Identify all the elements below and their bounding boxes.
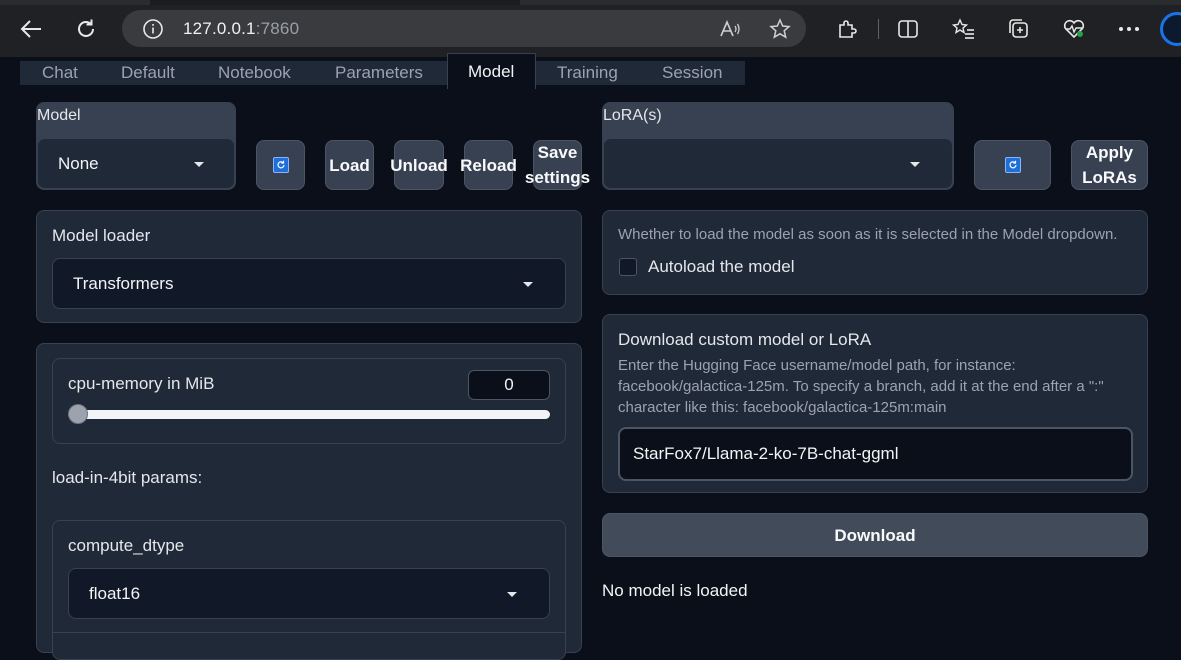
autoload-checkbox[interactable]: [619, 258, 637, 276]
model-loader-block: Model loader Transformers: [36, 210, 582, 323]
save-settings-button[interactable]: Save settings: [525, 140, 590, 190]
url-host: 127.0.0.1: [183, 19, 256, 38]
more-options-icon[interactable]: [1115, 15, 1143, 43]
lora-select-block: LoRA(s): [602, 102, 954, 190]
read-aloud-icon[interactable]: [718, 17, 742, 41]
url-text: 127.0.0.1:7860: [183, 19, 299, 39]
tab-notebook[interactable]: Notebook: [218, 61, 291, 85]
split-screen-icon[interactable]: [894, 15, 922, 43]
browser-toolbar: 127.0.0.1:7860: [0, 0, 1181, 57]
browser-essentials-heart-icon[interactable]: [1060, 15, 1088, 43]
autoload-help-text: Whether to load the model as soon as it …: [618, 226, 1118, 243]
autoload-label: Autoload the model: [648, 257, 795, 276]
save-settings-line1: Save: [537, 143, 578, 162]
compute-dtype-block: compute_dtype float16: [52, 520, 566, 660]
divider: [53, 632, 565, 633]
lora-label: LoRA(s): [603, 107, 662, 124]
model-refresh-button[interactable]: [256, 140, 305, 190]
model-loader-label: Model loader: [52, 226, 151, 245]
back-arrow-icon[interactable]: [17, 15, 45, 43]
chevron-down-icon: [194, 161, 204, 167]
load-in-4bit-label: load-in-4bit params:: [52, 468, 203, 487]
apply-loras-line2: LoRAs: [1082, 168, 1137, 187]
tab-parameters[interactable]: Parameters: [335, 61, 423, 85]
tab-model[interactable]: Model: [447, 53, 536, 89]
address-bar[interactable]: 127.0.0.1:7860: [122, 10, 806, 47]
chevron-down-icon: [910, 161, 920, 167]
tab-strip-edge: [0, 0, 1181, 5]
model-dropdown[interactable]: None: [37, 138, 235, 189]
cpu-memory-slider-thumb[interactable]: [68, 404, 88, 424]
reload-button[interactable]: Reload: [460, 140, 517, 190]
save-settings-line2: settings: [524, 168, 591, 187]
chevron-down-icon: [507, 591, 517, 597]
model-loader-selected-value: Transformers: [73, 273, 174, 293]
download-model-block: Download custom model or LoRA Enter the …: [602, 314, 1148, 493]
tab-chat[interactable]: Chat: [42, 61, 78, 85]
compute-dtype-selected-value: float16: [89, 583, 141, 603]
lora-dropdown[interactable]: [603, 138, 953, 189]
extensions-puzzle-icon[interactable]: [833, 15, 861, 43]
refresh-icon: [1004, 157, 1021, 173]
unload-button[interactable]: Unload: [390, 140, 448, 190]
status-text: No model is loaded: [602, 581, 748, 600]
url-port: :7860: [255, 19, 300, 38]
download-model-input[interactable]: StarFox7/Llama-2-ko-7B-chat-ggml: [618, 427, 1133, 481]
app-root: Chat Default Notebook Parameters Model T…: [0, 53, 1181, 660]
load-button[interactable]: Load: [325, 140, 374, 190]
chevron-down-icon: [523, 281, 533, 287]
refresh-icon: [272, 157, 289, 173]
compute-dtype-dropdown[interactable]: float16: [68, 568, 550, 619]
toolbar-separator: [878, 19, 879, 39]
favorite-star-icon[interactable]: [768, 17, 792, 41]
autoload-block: Whether to load the model as soon as it …: [602, 210, 1148, 295]
tab-session[interactable]: Session: [662, 61, 722, 85]
tab-default[interactable]: Default: [121, 61, 175, 85]
cpu-memory-block: cpu-memory in MiB 0: [52, 358, 566, 444]
download-button[interactable]: Download: [602, 513, 1148, 557]
collections-icon[interactable]: [1005, 15, 1033, 43]
model-selected-value: None: [58, 153, 99, 173]
site-info-icon[interactable]: [142, 18, 164, 40]
cpu-memory-label: cpu-memory in MiB: [68, 374, 215, 393]
favorites-list-icon[interactable]: [950, 15, 978, 43]
tab-training[interactable]: Training: [557, 61, 618, 85]
profile-avatar[interactable]: [1160, 12, 1181, 46]
compute-dtype-label: compute_dtype: [68, 536, 185, 555]
download-help-line1: Enter the Hugging Face username/model pa…: [618, 357, 1016, 374]
model-loader-dropdown[interactable]: Transformers: [52, 258, 566, 309]
cpu-memory-number-input[interactable]: 0: [468, 370, 550, 400]
download-help-line3: character like this: facebook/galactica-…: [618, 399, 947, 416]
refresh-icon[interactable]: [72, 15, 100, 43]
model-label: Model: [37, 107, 81, 124]
model-select-block: Model None: [36, 102, 236, 190]
download-help-line2: facebook/galactica-125m. To specify a br…: [618, 378, 1104, 395]
cpu-memory-slider-track[interactable]: [68, 410, 550, 419]
loader-params-block: cpu-memory in MiB 0 load-in-4bit params:…: [36, 343, 582, 660]
apply-loras-line1: Apply: [1085, 143, 1134, 162]
download-title: Download custom model or LoRA: [618, 330, 872, 349]
lora-refresh-button[interactable]: [974, 140, 1051, 190]
apply-loras-button[interactable]: Apply LoRAs: [1071, 140, 1148, 190]
download-model-input-value: StarFox7/Llama-2-ko-7B-chat-ggml: [633, 444, 899, 463]
